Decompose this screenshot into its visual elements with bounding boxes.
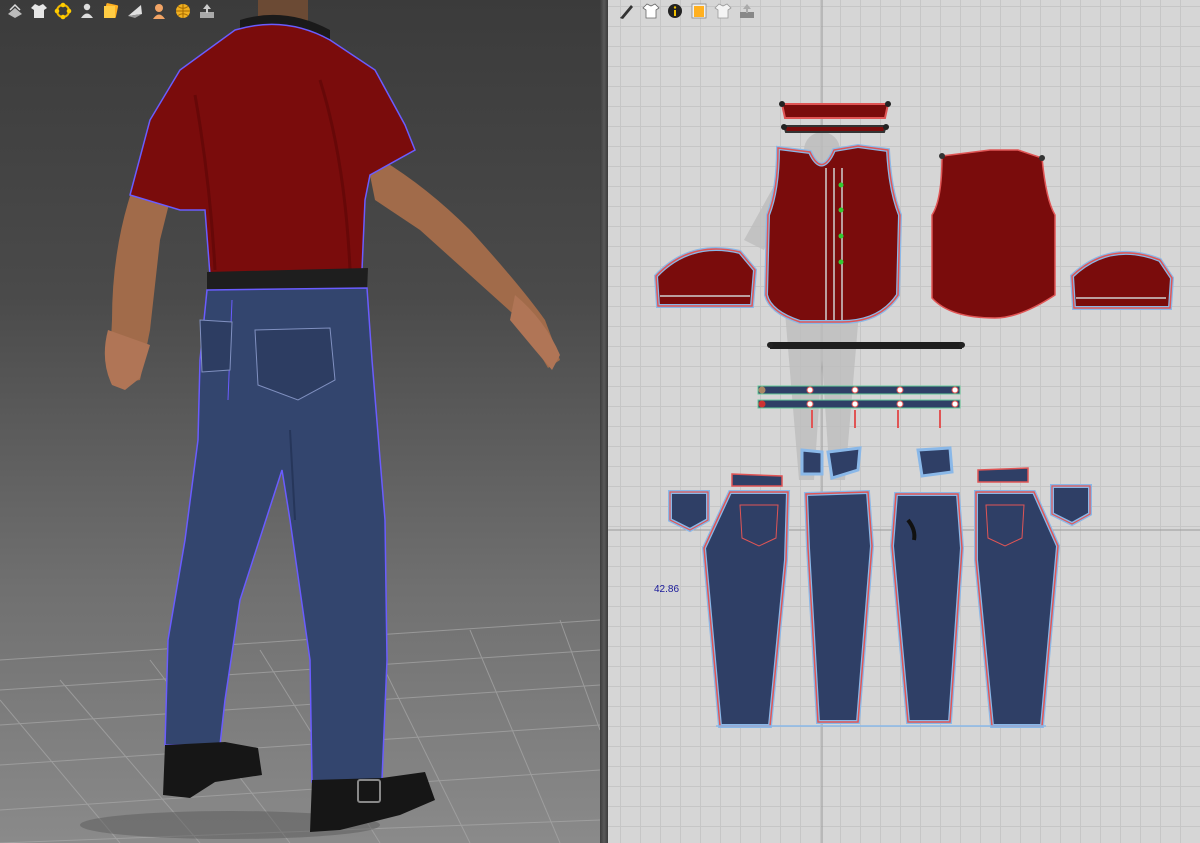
viewport-splitter[interactable] bbox=[600, 0, 608, 843]
shirt-3d[interactable] bbox=[129, 23, 416, 276]
yoke-pieces[interactable] bbox=[731, 467, 1029, 487]
skin-icon[interactable] bbox=[148, 1, 170, 21]
export-2d-icon[interactable] bbox=[736, 1, 758, 21]
shirt-front-pattern[interactable] bbox=[763, 143, 903, 324]
floor-grid bbox=[0, 619, 600, 843]
back-pocket-left[interactable] bbox=[668, 490, 710, 533]
texture-icon[interactable] bbox=[100, 1, 122, 21]
garment-2d-icon[interactable] bbox=[640, 1, 662, 21]
back-pocket-right[interactable] bbox=[1050, 484, 1092, 527]
shirt-white-icon[interactable] bbox=[712, 1, 734, 21]
pant-panel-front-right[interactable] bbox=[889, 492, 965, 724]
toolbar-2d bbox=[612, 0, 762, 22]
waistband-pattern[interactable] bbox=[757, 385, 961, 428]
texture-2d-icon[interactable] bbox=[688, 1, 710, 21]
2d-pattern-viewport[interactable]: 42.86 bbox=[608, 0, 1200, 843]
3d-scene[interactable] bbox=[0, 0, 600, 843]
fabric-icon[interactable] bbox=[124, 1, 146, 21]
globe-icon[interactable] bbox=[172, 1, 194, 21]
collar-pattern[interactable] bbox=[779, 101, 891, 133]
pant-panel-back-left[interactable] bbox=[701, 490, 791, 728]
avatar-icon[interactable] bbox=[76, 1, 98, 21]
belt-pattern[interactable] bbox=[767, 342, 965, 349]
pant-panel-back-right[interactable] bbox=[974, 490, 1061, 728]
pant-panel-front-left[interactable] bbox=[803, 489, 875, 724]
export-icon[interactable] bbox=[196, 1, 218, 21]
right-sleeve-pattern[interactable] bbox=[1069, 250, 1175, 310]
left-boot-3d bbox=[163, 742, 262, 798]
garment-icon[interactable] bbox=[28, 1, 50, 21]
toolbar-3d bbox=[0, 0, 222, 22]
left-sleeve-pattern[interactable] bbox=[653, 247, 758, 308]
measure-label: 42.86 bbox=[654, 584, 680, 595]
pattern-canvas[interactable] bbox=[608, 0, 1200, 843]
3d-viewport[interactable] bbox=[0, 0, 600, 843]
shirt-back-pattern[interactable] bbox=[931, 149, 1056, 319]
arrangement-points-icon[interactable] bbox=[52, 1, 74, 21]
avatar-figure[interactable] bbox=[104, 0, 560, 832]
front-pocket-pieces[interactable] bbox=[800, 446, 954, 480]
select-mesh-icon[interactable] bbox=[4, 1, 26, 21]
info-icon[interactable] bbox=[664, 1, 686, 21]
pen-tool-icon[interactable] bbox=[616, 1, 638, 21]
